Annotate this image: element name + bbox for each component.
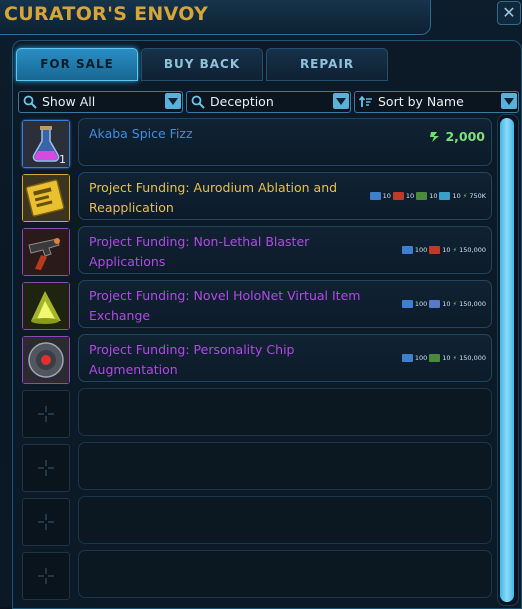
close-button[interactable]: ✕	[497, 1, 521, 25]
item-price: 2,000	[429, 129, 485, 144]
search-icon	[23, 95, 37, 109]
item-quantity: 1	[59, 153, 66, 166]
item-name: Akaba Spice Fizz	[89, 126, 193, 141]
item-name: Project Funding: Aurodium Ablation and Re…	[89, 180, 338, 215]
item-icon-slot[interactable]	[22, 174, 70, 222]
chevron-down-icon[interactable]	[333, 93, 349, 109]
empty-slot	[22, 390, 70, 438]
close-icon: ✕	[502, 3, 516, 22]
tab-repair-label: REPAIR	[299, 57, 355, 71]
sort-icon	[359, 95, 372, 107]
item-cost-list: 100 10 ⚡ 150,000	[401, 298, 486, 310]
empty-card	[78, 442, 492, 490]
item-name: Project Funding: Non-Lethal Blaster Appli…	[89, 234, 310, 269]
credits-icon: ⚡	[452, 300, 458, 308]
currency-icon	[429, 246, 441, 254]
item-card[interactable]: Project Funding: Novel HoloNet Virtual I…	[78, 280, 492, 328]
tab-for-sale[interactable]: FOR SALE	[16, 48, 138, 81]
item-icon-slot[interactable]	[22, 228, 70, 276]
credits-icon: ⚡	[462, 192, 468, 200]
empty-slot	[22, 444, 70, 492]
datapad-icon	[23, 175, 69, 221]
currency-icon	[392, 192, 404, 200]
empty-slot-icon	[38, 514, 54, 530]
item-card[interactable]: Project Funding: Non-Lethal Blaster Appli…	[78, 226, 492, 274]
sort-value: Sort by Name	[378, 94, 464, 109]
currency-icon	[369, 192, 381, 200]
currency-icon	[416, 192, 428, 200]
tab-for-sale-label: FOR SALE	[40, 57, 114, 71]
blaster-icon	[23, 229, 69, 275]
tab-buy-back[interactable]: BUY BACK	[141, 48, 263, 81]
empty-card	[78, 388, 492, 436]
search-icon	[191, 95, 205, 109]
empty-slot	[22, 498, 70, 546]
tab-buy-back-label: BUY BACK	[163, 57, 241, 71]
item-card[interactable]: Akaba Spice Fizz 2,000	[78, 118, 492, 166]
window-title: CURATOR'S ENVOY	[4, 3, 209, 25]
credits-icon	[430, 132, 440, 142]
scrollbar-thumb[interactable]	[500, 118, 514, 602]
item-cost-list: 100 10 ⚡ 150,000	[401, 244, 486, 256]
chip-icon	[23, 337, 69, 383]
title-bar[interactable]: CURATOR'S ENVOY	[0, 0, 431, 35]
currency-icon	[439, 192, 451, 200]
item-cost-list: 100 10 ⚡ 150,000	[401, 352, 486, 364]
empty-slot-icon	[38, 460, 54, 476]
item-icon-slot[interactable]	[22, 282, 70, 330]
item-cost-list: 10 10 10 10 ⚡ 750K	[369, 190, 486, 202]
item-card[interactable]: Project Funding: Personality Chip Augment…	[78, 334, 492, 382]
chevron-down-icon[interactable]	[501, 93, 517, 109]
currency-icon	[401, 246, 413, 254]
show-filter-value: Show All	[42, 94, 96, 109]
empty-slot	[22, 552, 70, 600]
item-name: Project Funding: Personality Chip Augment…	[89, 342, 295, 377]
chevron-down-icon[interactable]	[165, 93, 181, 109]
show-filter-dropdown[interactable]: Show All	[18, 91, 183, 113]
empty-card	[78, 496, 492, 544]
credits-icon: ⚡	[452, 246, 458, 254]
credits-icon: ⚡	[452, 354, 458, 362]
item-name: Project Funding: Novel HoloNet Virtual I…	[89, 288, 361, 323]
empty-slot-icon	[38, 568, 54, 584]
currency-icon	[429, 300, 441, 308]
currency-icon	[401, 300, 413, 308]
currency-icon	[429, 354, 441, 362]
sort-dropdown[interactable]: Sort by Name	[354, 91, 519, 113]
currency-icon	[401, 354, 413, 362]
item-icon-slot[interactable]	[22, 336, 70, 384]
item-card[interactable]: Project Funding: Aurodium Ablation and Re…	[78, 172, 492, 220]
vendor-window: CURATOR'S ENVOY ✕ FOR SALE BUY BACK REPA…	[0, 0, 522, 609]
hologram-icon	[23, 283, 69, 329]
faction-filter-dropdown[interactable]: Deception	[186, 91, 351, 113]
empty-slot-icon	[38, 406, 54, 422]
tab-repair[interactable]: REPAIR	[266, 48, 388, 81]
item-icon-slot[interactable]: 1	[22, 120, 70, 168]
empty-card	[78, 550, 492, 598]
faction-filter-value: Deception	[210, 94, 274, 109]
